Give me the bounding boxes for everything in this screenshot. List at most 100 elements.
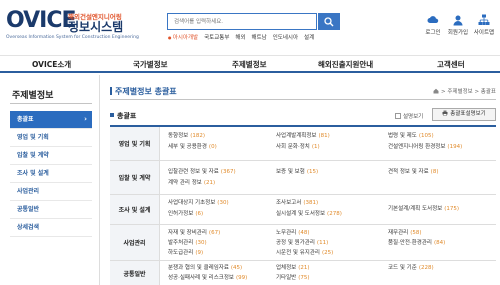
sidebar-item-project-management[interactable]: 사업관리 [10, 183, 92, 201]
divider [10, 103, 92, 104]
topic-link[interactable]: 견적 정보 및 자료 (8) [388, 167, 438, 177]
summary-description-button[interactable]: 총괄표설명보기 [432, 108, 496, 121]
topic-label: 코드 및 기준 [388, 265, 417, 271]
topic-label: 공정 및 원가관리 [276, 240, 315, 246]
topic-link[interactable]: 하도급관리 (9) [168, 248, 203, 258]
topic-link[interactable]: 기타일반 (75) [276, 273, 310, 283]
quick-link[interactable]: 해트남 [252, 33, 267, 41]
logo-brand: OVICE [6, 8, 76, 33]
topic-label: 사회 문화·정치 [276, 144, 310, 150]
home-icon[interactable] [433, 88, 439, 94]
page-title: 주제별정보 총괄표 [110, 86, 177, 97]
main-content: 주제별정보 총괄표 > 주제별정보 > 총괄표 총괄표 설명보기 총괄표설명보기… [110, 75, 500, 285]
topic-label: 조사보고서 [276, 200, 302, 206]
topic-count: (25) [321, 250, 334, 256]
topic-link[interactable]: 재무관리 (58) [388, 228, 422, 238]
quick-link[interactable]: 인도네시아 [273, 33, 298, 41]
quick-link[interactable]: 해외 [235, 33, 245, 41]
topic-count: (6) [195, 211, 204, 217]
gnb-item-topic-info[interactable]: 주제별정보 [232, 59, 267, 70]
row-header: 입찰 및 계약 [110, 161, 160, 194]
gnb-item-country-info[interactable]: 국가별정보 [133, 59, 168, 70]
table-row: 공통일반 분쟁과 협의 및 클레임자료 (45) 성공·실패사례 및 리스크정보(… [110, 261, 496, 285]
description-toggle[interactable]: 설명보기 [395, 112, 423, 120]
sidebar-item-bidding-contract[interactable]: 입찰 및 계약 [10, 147, 92, 165]
quick-links: 아시아개발 국토교통부 해외 해트남 인도네시아 설계 [168, 33, 314, 41]
breadcrumb-text[interactable]: > 주제별정보 > 총괄표 [441, 89, 496, 95]
sidebar-item-label: 사업관리 [17, 188, 40, 195]
topic-count: (30) [217, 200, 229, 206]
topic-link[interactable]: 공정 및 원가관리 (11) [276, 238, 328, 248]
checkbox[interactable] [395, 113, 401, 119]
topic-count: (11) [316, 240, 329, 246]
topic-label: 노무관리 [276, 230, 297, 236]
topic-link[interactable]: 건설엔지니어링 환경정보 (194) [388, 142, 462, 152]
topic-label: 성공·실패사례 및 리스크정보 [168, 275, 234, 281]
gnb-item-ovice-intro[interactable]: OVICE소개 [32, 59, 71, 70]
topic-link[interactable]: 보증 및 보험 (15) [276, 167, 318, 177]
topic-count: (75) [298, 275, 310, 281]
topic-label: 업체정보 [276, 265, 297, 271]
topic-link[interactable]: 법령 및 제도 (105) [388, 131, 434, 141]
breadcrumb: > 주제별정보 > 총괄표 [433, 87, 496, 95]
sidebar-item-general[interactable]: 공통일반 [10, 201, 92, 219]
topic-link[interactable]: 업체정보 (21) [276, 263, 310, 273]
topic-count: (21) [203, 180, 216, 186]
logo-korean-main: 정보시스템 [68, 20, 124, 34]
sidebar-item-label: 총괄표 [17, 116, 34, 123]
topic-link[interactable]: 세부 및 공용환경 (0) [168, 142, 217, 152]
gnb-item-overseas-support[interactable]: 해외진출지원안내 [318, 59, 373, 70]
sidebar-item-label: 공통일반 [17, 206, 40, 213]
sitemap-label: 사이트맵 [473, 30, 495, 36]
sitemap-link[interactable]: 사이트맵 [472, 14, 496, 36]
topic-link[interactable]: 기본설계/계획 도서정보 (175) [388, 204, 459, 214]
row-header: 조사 및 설계 [110, 195, 160, 224]
quick-link[interactable]: 국토교통부 [204, 33, 229, 41]
topic-link[interactable]: 노무관리 (48) [276, 228, 310, 238]
topic-link[interactable]: 사업계발계획정보 (81) [276, 131, 330, 141]
topic-link[interactable]: 사업대상지 기초정보 (30) [168, 198, 229, 208]
quick-link[interactable]: 아시아개발 [168, 33, 198, 41]
topic-link[interactable]: 입찰관련 정보 및 자료 (367) [168, 167, 236, 177]
sidebar-item-summary[interactable]: 총괄표 › [10, 111, 92, 129]
topic-link[interactable]: 동향정보 (182) [168, 131, 205, 141]
search-button[interactable] [318, 13, 340, 30]
summary-description-label: 총괄표설명보기 [450, 111, 486, 117]
search-input[interactable] [174, 16, 304, 28]
topic-link[interactable]: 사회 문화·정치 (1) [276, 142, 320, 152]
row-header: 영업 및 기획 [110, 127, 160, 160]
signup-link[interactable]: 회원가입 [446, 14, 470, 36]
gnb-item-customer-center[interactable]: 고객센터 [437, 59, 465, 70]
sidebar-menu: 총괄표 › 영업 및 기획 입찰 및 계약 조사 및 설계 사업관리 공통일반 … [10, 111, 92, 237]
topic-label: 기타일반 [276, 275, 297, 281]
topic-link[interactable]: 인허가정보 (6) [168, 209, 203, 219]
topic-count: (381) [303, 200, 319, 206]
site-logo[interactable]: OVICE 해외건설엔지니어링 정보시스템 Overseas Informati… [6, 8, 156, 46]
table-row: 사업관리 자재 및 장비관리 (67) 발주처관리 (30) 하도급관리 (9) 노무… [110, 225, 496, 261]
sidebar-item-detail-search[interactable]: 상세검색 [10, 219, 92, 237]
topic-link[interactable]: 분쟁과 협의 및 클레임자료 (45) [168, 263, 242, 273]
topic-link[interactable]: 발주처관리 (30) [168, 238, 207, 248]
site-header: OVICE 해외건설엔지니어링 정보시스템 Overseas Informati… [0, 0, 500, 55]
topic-label: 사업계발계획정보 [276, 133, 317, 139]
topic-label: 자재 및 장비관리 [168, 230, 207, 236]
quick-link[interactable]: 설계 [304, 33, 314, 41]
topic-link[interactable]: 자재 및 장비관리 (67) [168, 228, 220, 238]
topic-link[interactable]: 실시설계 및 도서정보 (278) [276, 209, 342, 219]
topic-link[interactable]: 조사보고서 (381) [276, 198, 318, 208]
topic-count: (367) [220, 169, 236, 175]
topic-label: 사업대상지 기초정보 [168, 200, 216, 206]
table-row: 영업 및 기획 동향정보 (182) 세부 및 공용환경 (0) 사업계발계획정보(… [110, 127, 496, 161]
sidebar: 주제별정보 총괄표 › 영업 및 기획 입찰 및 계약 조사 및 설계 사업관리… [0, 75, 100, 285]
topic-count: (194) [447, 144, 463, 150]
topic-link[interactable]: 성공·실패사례 및 리스크정보 (99) [168, 273, 247, 283]
topic-link[interactable]: 품질·안전·환경관리 (84) [388, 238, 445, 248]
sidebar-item-survey-design[interactable]: 조사 및 설계 [10, 165, 92, 183]
topic-link[interactable]: 시운전 및 유지관리 (25) [276, 248, 333, 258]
topic-link[interactable]: 계약 관리 정보 (21) [168, 178, 215, 188]
topic-count: (228) [418, 265, 434, 271]
login-link[interactable]: 로그인 [421, 14, 445, 36]
sidebar-item-sales-planning[interactable]: 영업 및 기획 [10, 129, 92, 147]
topic-label: 법령 및 제도 [388, 133, 417, 139]
topic-link[interactable]: 코드 및 기준 (228) [388, 263, 434, 273]
